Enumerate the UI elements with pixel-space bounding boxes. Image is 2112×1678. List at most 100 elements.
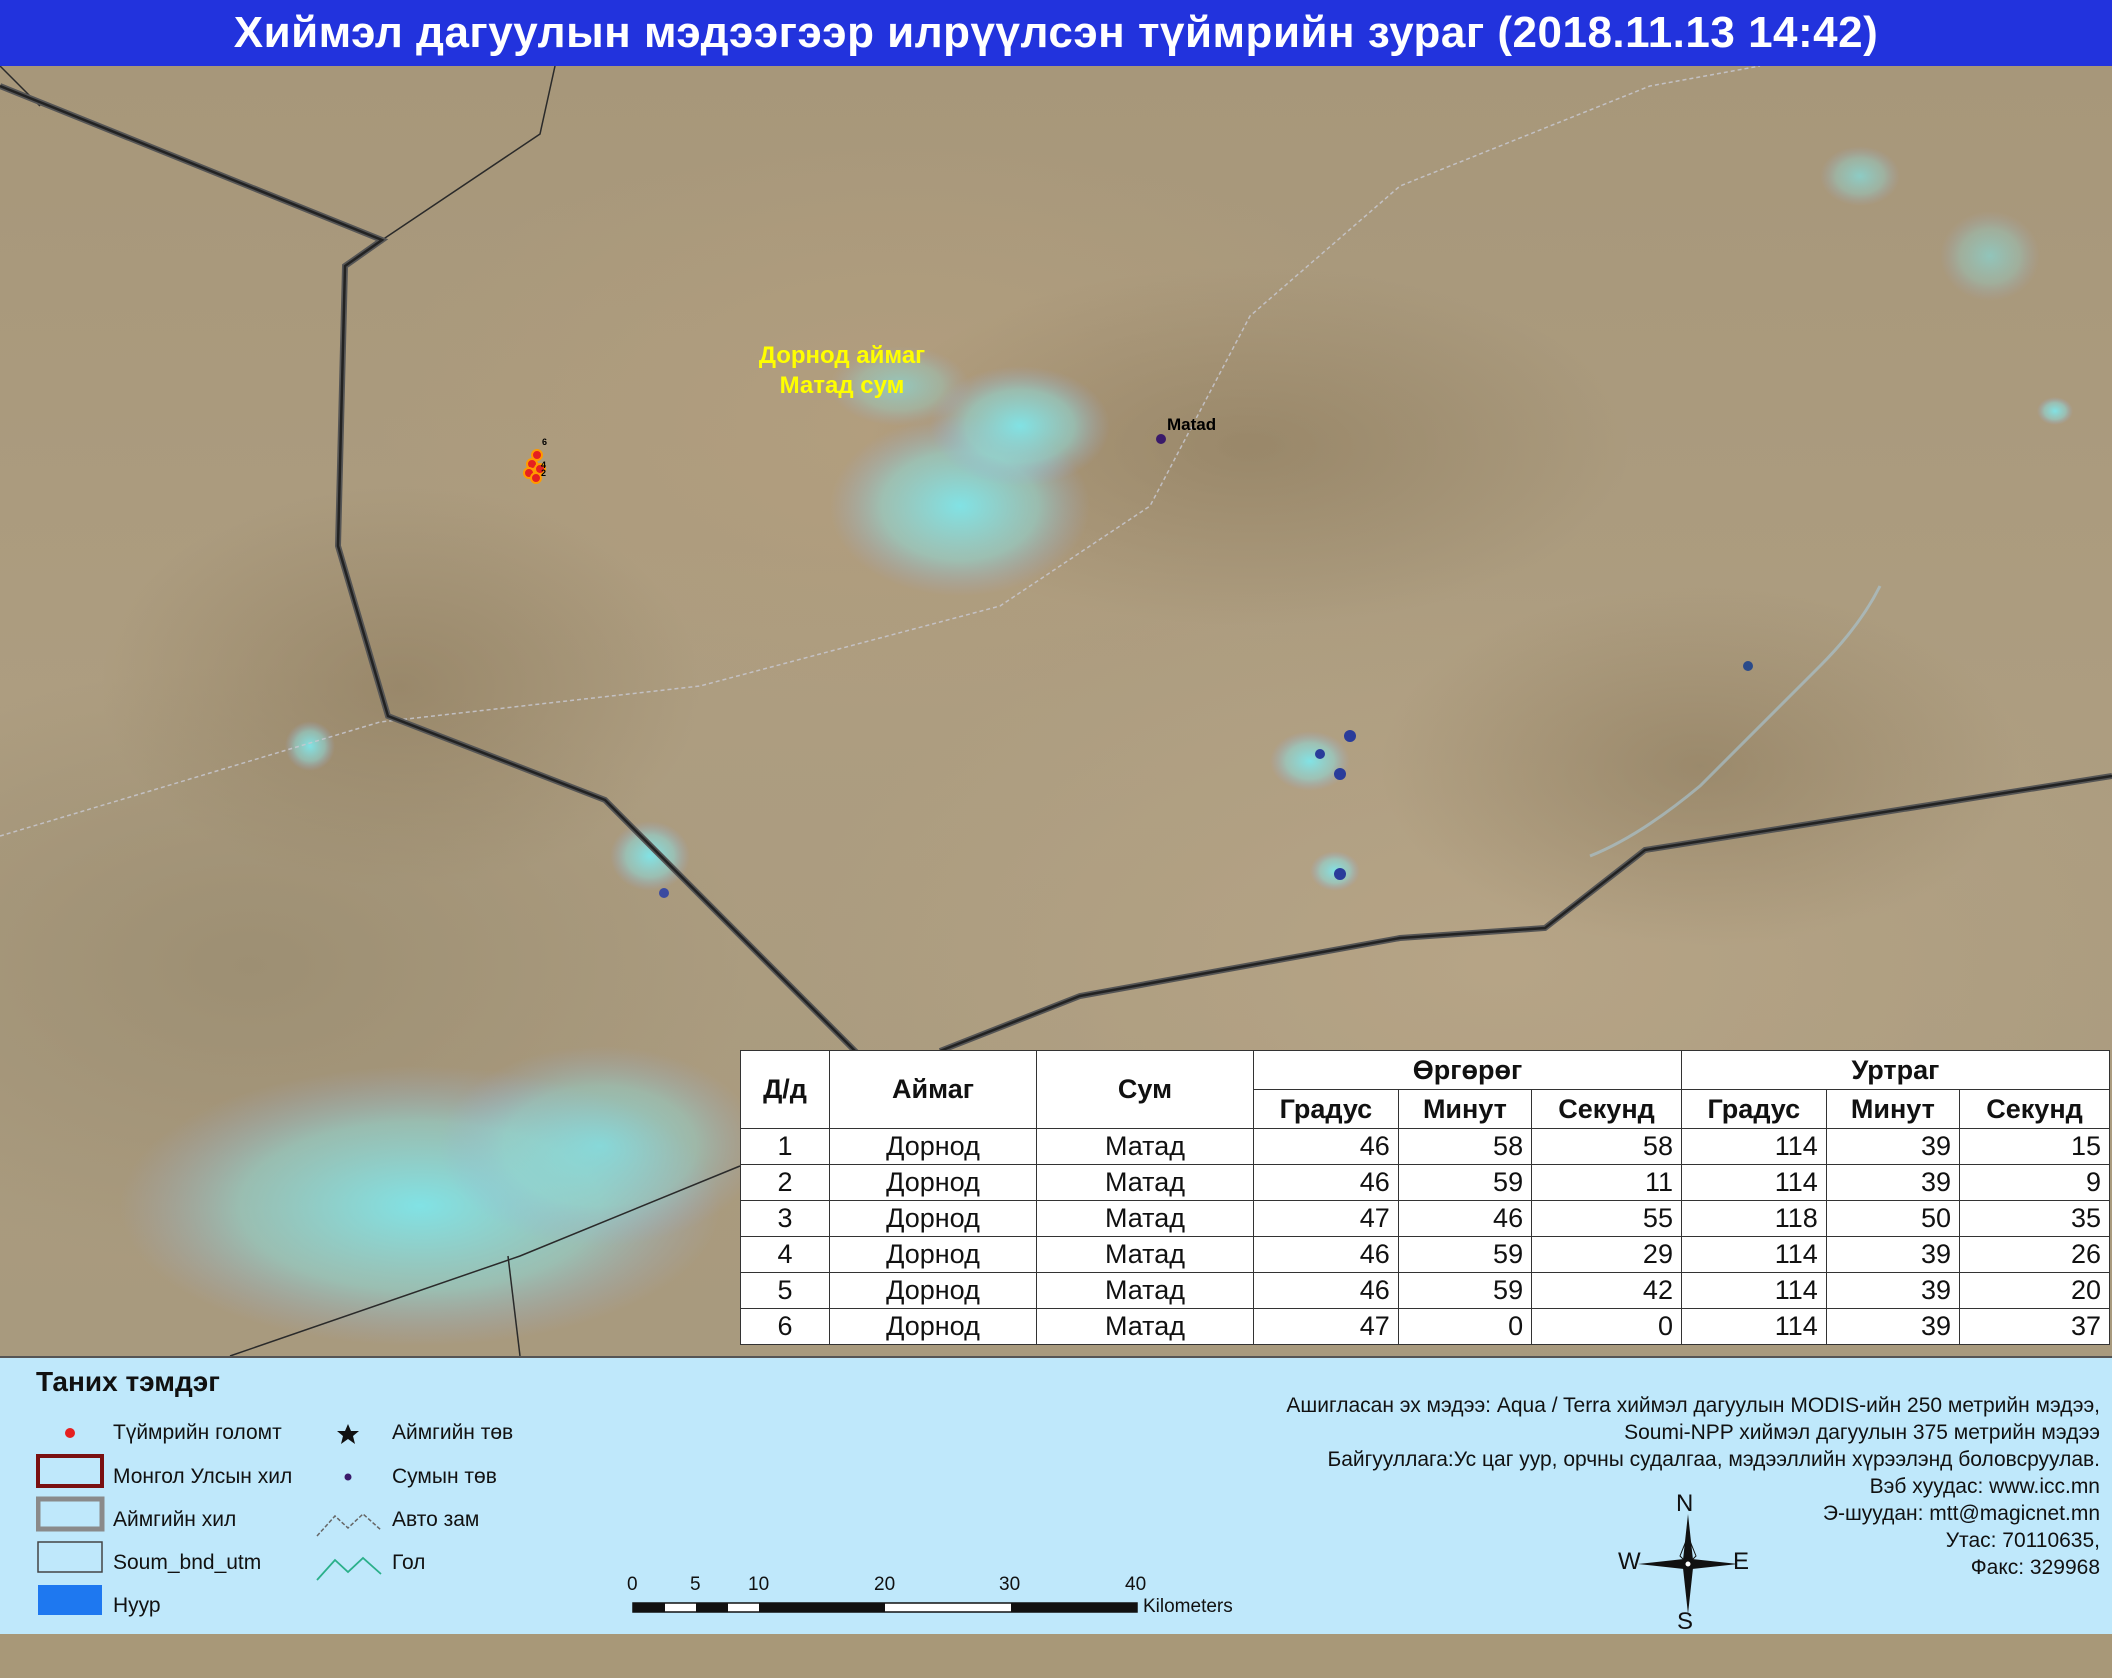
cell-lat-sec: 55 xyxy=(1531,1200,1682,1237)
lake xyxy=(1344,730,1356,742)
cell-lon-deg: 114 xyxy=(1680,1128,1827,1165)
fire-number: 6 xyxy=(542,437,548,447)
sum-center-legend-icon xyxy=(344,1473,352,1481)
cell-aimag: Дорнод xyxy=(829,1272,1037,1309)
cell-lat-sec: 0 xyxy=(1531,1308,1682,1345)
header-aimag: Аймаг xyxy=(829,1050,1037,1129)
cell-lon-min: 39 xyxy=(1825,1236,1961,1273)
cell-lat-sec: 29 xyxy=(1531,1236,1682,1273)
snow-area xyxy=(610,821,690,891)
header-lon-sec: Секунд xyxy=(1959,1089,2110,1129)
cell-lat-deg: 46 xyxy=(1253,1164,1399,1201)
table-row: 4 Дорнод Матад 46 59 29 114 39 26 xyxy=(740,1236,2110,1273)
border-legend-icon xyxy=(36,1454,104,1488)
soum-legend-icon xyxy=(37,1541,103,1573)
fire-number: 2 xyxy=(541,468,547,478)
scale-tick-label: 5 xyxy=(690,1574,701,1595)
sum-center-marker[interactable] xyxy=(1156,434,1166,444)
aimag-border-legend-icon xyxy=(36,1496,105,1532)
fire-coordinates-table: Д/д Аймаг Сум Өргөрөг Уртраг Градус Мину… xyxy=(740,1050,2111,1345)
header-lat-min: Минут xyxy=(1397,1089,1533,1129)
cell-lon-deg: 118 xyxy=(1680,1200,1827,1237)
cell-sum: Матад xyxy=(1036,1236,1254,1273)
cell-lat-sec: 58 xyxy=(1531,1128,1682,1165)
cell-lon-sec: 20 xyxy=(1959,1272,2110,1309)
lake xyxy=(659,888,669,898)
fire-legend-icon xyxy=(65,1428,75,1438)
cell-n: 5 xyxy=(740,1272,830,1309)
cell-lat-min: 59 xyxy=(1397,1272,1533,1309)
header-lon-deg: Градус xyxy=(1680,1089,1827,1129)
cell-lon-min: 39 xyxy=(1825,1128,1961,1165)
table-row: 5 Дорнод Матад 46 59 42 114 39 20 xyxy=(740,1272,2110,1309)
cell-lat-min: 58 xyxy=(1397,1128,1533,1165)
scale-unit: Kilometers xyxy=(1143,1596,1233,1617)
cell-lon-min: 39 xyxy=(1825,1272,1961,1309)
cell-lon-min: 39 xyxy=(1825,1308,1961,1345)
info-fax: Факс: 329968 xyxy=(1970,1556,2100,1579)
legend-lake-label: Нуур xyxy=(113,1594,161,1617)
cell-sum: Матад xyxy=(1036,1272,1254,1309)
cell-n: 4 xyxy=(740,1236,830,1273)
cell-n: 3 xyxy=(740,1200,830,1237)
cell-lat-min: 0 xyxy=(1397,1308,1533,1345)
legend-soum-label: Soum_bnd_utm xyxy=(113,1551,262,1574)
snow-area xyxy=(1940,211,2040,301)
page-title: Хиймэл дагуулын мэдээгээр илрүүлсэн түйм… xyxy=(233,8,1879,57)
cell-lon-min: 39 xyxy=(1825,1164,1961,1201)
cell-lat-deg: 47 xyxy=(1253,1308,1399,1345)
snow-area xyxy=(1820,146,1900,206)
scale-tick-label: 30 xyxy=(999,1574,1021,1595)
lake xyxy=(1743,661,1753,671)
snow-area xyxy=(285,721,335,771)
cell-lat-min: 59 xyxy=(1397,1164,1533,1201)
header-lon-min: Минут xyxy=(1825,1089,1961,1129)
cell-aimag: Дорнод xyxy=(829,1128,1037,1165)
terrain-patch xyxy=(100,486,700,886)
header-lat-sec: Секунд xyxy=(1531,1089,1682,1129)
snow-area xyxy=(440,1046,760,1246)
title-bar: Хиймэл дагуулын мэдээгээр илрүүлсэн түйм… xyxy=(0,0,2112,66)
cell-sum: Матад xyxy=(1036,1164,1254,1201)
scale-bar xyxy=(632,1602,1138,1613)
soum-boundary xyxy=(381,66,556,241)
info-phone: Утас: 70110635, xyxy=(1945,1529,2100,1552)
sum-name: Матад сум xyxy=(779,372,905,399)
info-organization: Байгууллага:Ус цаг уур, орчны судалгаа, … xyxy=(1327,1448,2100,1471)
legend-title: Таних тэмдэг xyxy=(36,1366,220,1397)
cell-n: 6 xyxy=(740,1308,830,1345)
cell-lat-sec: 42 xyxy=(1531,1272,1682,1309)
cell-lon-deg: 114 xyxy=(1680,1308,1827,1345)
legend-aimag-border-label: Аймгийн хил xyxy=(113,1508,237,1531)
cell-aimag: Дорнод xyxy=(829,1236,1037,1273)
cell-sum: Матад xyxy=(1036,1308,1254,1345)
river-legend-icon xyxy=(316,1556,382,1581)
compass-n: N xyxy=(1676,1490,1694,1517)
table-row: 2 Дорнод Матад 46 59 11 114 39 9 xyxy=(740,1164,2110,1201)
cell-aimag: Дорнод xyxy=(829,1308,1037,1345)
lake-legend-icon xyxy=(38,1585,102,1615)
table-row: 6 Дорнод Матад 47 0 0 114 39 37 xyxy=(740,1308,2110,1345)
legend-river-label: Гол xyxy=(392,1551,426,1574)
scale-tick-label: 40 xyxy=(1125,1574,1147,1595)
cell-lat-deg: 47 xyxy=(1253,1200,1399,1237)
cell-lat-sec: 11 xyxy=(1531,1164,1682,1201)
table-row: 3 Дорнод Матад 47 46 55 118 50 35 xyxy=(740,1200,2110,1237)
fire-point[interactable] xyxy=(530,472,542,484)
lake xyxy=(1334,868,1346,880)
table-row: 1 Дорнод Матад 46 58 58 114 39 15 xyxy=(740,1128,2110,1165)
legend-sum-center-label: Сумын төв xyxy=(392,1465,497,1488)
cell-lat-deg: 46 xyxy=(1253,1236,1399,1273)
info-source-line1: Ашигласан эх мэдээ: Aqua / Terra хиймэл … xyxy=(1286,1394,2100,1417)
cell-aimag: Дорнод xyxy=(829,1200,1037,1237)
cell-lon-deg: 114 xyxy=(1680,1236,1827,1273)
cell-lat-deg: 46 xyxy=(1253,1128,1399,1165)
cell-lon-sec: 37 xyxy=(1959,1308,2110,1345)
cell-lon-sec: 26 xyxy=(1959,1236,2110,1273)
lake xyxy=(1334,768,1346,780)
cell-aimag: Дорнод xyxy=(829,1164,1037,1201)
star-icon xyxy=(337,1424,359,1444)
cell-lon-sec: 9 xyxy=(1959,1164,2110,1201)
legend-road-label: Авто зам xyxy=(392,1508,480,1531)
cell-lon-sec: 35 xyxy=(1959,1200,2110,1237)
